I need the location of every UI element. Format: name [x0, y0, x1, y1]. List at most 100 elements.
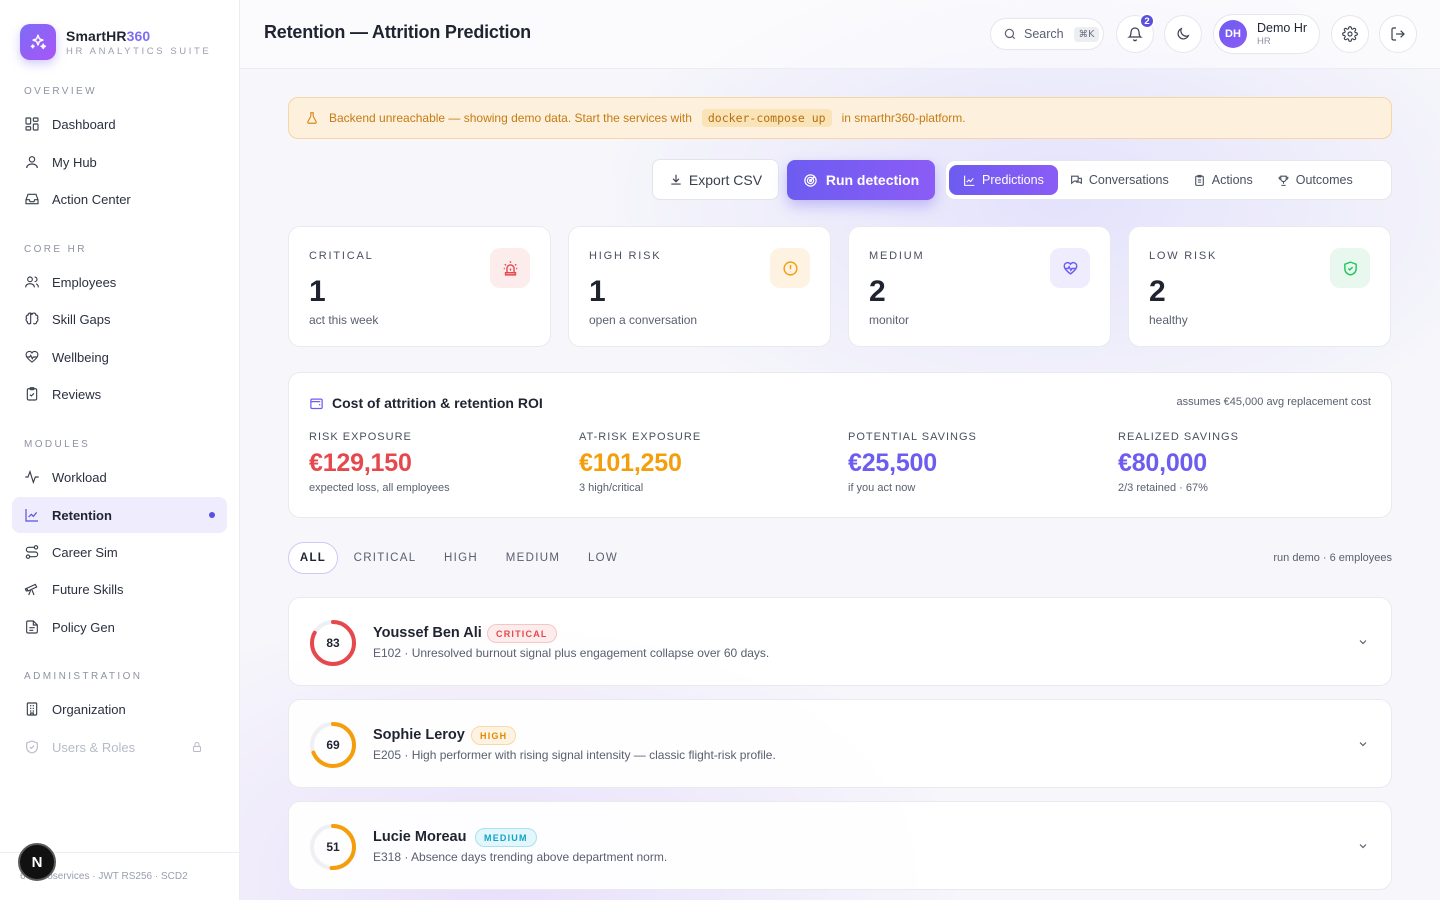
sidebar-item-policy-gen[interactable]: Policy Gen — [12, 609, 227, 645]
building-icon — [26, 702, 38, 716]
sidebar-item-label: Future Skills — [52, 581, 124, 597]
kpi-value: 2 — [869, 275, 886, 308]
bell-icon — [1127, 27, 1143, 42]
search-button[interactable]: Search ⌘K — [990, 18, 1104, 50]
roi-metric-sub: if you act now — [848, 482, 916, 494]
run-detection-button[interactable]: Run detection — [787, 160, 935, 200]
export-csv-button[interactable]: Export CSV — [652, 159, 779, 200]
kpi-card-high-risk[interactable]: HIGH RISK 1 open a conversation — [568, 226, 831, 347]
sidebar-item-wellbeing[interactable]: Wellbeing — [12, 339, 227, 375]
tab-label: Predictions — [982, 173, 1044, 187]
alert-circle-icon — [770, 248, 810, 288]
employee-row[interactable]: 69 Sophie Leroy HIGH E205 · High perform… — [288, 699, 1392, 788]
brand[interactable]: SmartHR360 HR ANALYTICS SUITE — [20, 24, 211, 60]
filter-medium[interactable]: MEDIUM — [501, 542, 565, 574]
users-icon — [25, 276, 39, 288]
tab-actions[interactable]: Actions — [1181, 165, 1265, 195]
chevron-down-icon[interactable] — [1357, 636, 1369, 648]
notifications-button[interactable]: 2 — [1116, 13, 1155, 53]
shield-icon — [26, 740, 38, 754]
risk-level-badge: CRITICAL — [487, 624, 557, 643]
kpi-label: MEDIUM — [869, 250, 925, 262]
user-icon — [26, 156, 38, 169]
main-content: Retention — Attrition Prediction Search … — [240, 0, 1440, 900]
sidebar-item-label: Skill Gaps — [52, 311, 111, 327]
roi-metric-sub: 2/3 retained · 67% — [1118, 482, 1208, 494]
roi-title: Cost of attrition & retention ROI — [309, 395, 543, 411]
sidebar-item-users-roles[interactable]: Users & Roles — [12, 729, 227, 765]
user-name: Demo Hr — [1257, 21, 1308, 35]
roi-metric-risk-exposure: RISK EXPOSURE €129,150 expected loss, al… — [309, 431, 569, 494]
sidebar-item-workload[interactable]: Workload — [12, 459, 227, 495]
dev-tools-badge[interactable]: N — [18, 843, 56, 881]
employee-description: E102 · Unresolved burnout signal plus en… — [373, 646, 770, 660]
risk-score: 51 — [326, 840, 340, 854]
export-csv-label: Export CSV — [688, 171, 763, 188]
heart-pulse-icon — [25, 350, 39, 363]
tab-label: Actions — [1211, 173, 1253, 187]
tab-predictions[interactable]: Predictions — [949, 165, 1058, 195]
sidebar-item-future-skills[interactable]: Future Skills — [12, 571, 227, 607]
roi-metric-value: €101,250 — [579, 449, 682, 477]
notification-count-badge: 2 — [1139, 13, 1155, 29]
user-menu[interactable]: DH Demo Hr HR — [1213, 14, 1320, 54]
sidebar-item-employees[interactable]: Employees — [12, 264, 227, 300]
roi-metric-potential-savings: POTENTIAL SAVINGS €25,500 if you act now — [848, 431, 1108, 494]
employee-row[interactable]: 51 Lucie Moreau MEDIUM E318 · Absence da… — [288, 801, 1392, 890]
sidebar-item-label: Dashboard — [52, 116, 116, 132]
banner-text: Backend unreachable — showing demo data.… — [329, 111, 692, 125]
settings-button[interactable] — [1331, 15, 1369, 53]
chevron-down-icon[interactable] — [1357, 840, 1369, 852]
chevron-down-icon[interactable] — [1357, 738, 1369, 750]
kpi-card-critical[interactable]: CRITICAL 1 act this week — [288, 226, 551, 347]
filter-critical[interactable]: CRITICAL — [350, 542, 420, 574]
sidebar-item-organization[interactable]: Organization — [12, 691, 227, 727]
kpi-card-low-risk[interactable]: LOW RISK 2 healthy — [1128, 226, 1391, 347]
roi-assumption-note: assumes €45,000 avg replacement cost — [1176, 396, 1371, 408]
sidebar-item-dashboard[interactable]: Dashboard — [12, 106, 227, 142]
theme-toggle-button[interactable] — [1164, 15, 1202, 53]
sidebar-item-skill-gaps[interactable]: Skill Gaps — [12, 301, 227, 337]
sidebar-item-action-center[interactable]: Action Center — [12, 181, 227, 217]
clipboard-icon — [1194, 174, 1204, 186]
line-chart-icon — [25, 509, 38, 522]
risk-level-badge: MEDIUM — [475, 828, 537, 847]
employee-name: Lucie Moreau — [373, 829, 467, 845]
roi-metric-sub: 3 high/critical — [579, 482, 644, 494]
employee-description: E318 · Absence days trending above depar… — [373, 850, 668, 864]
sidebar-item-reviews[interactable]: Reviews — [12, 376, 227, 412]
roi-title-text: Cost of attrition & retention ROI — [332, 395, 543, 411]
brand-subtitle: HR ANALYTICS SUITE — [66, 45, 212, 57]
chart-icon — [964, 175, 975, 186]
filter-high[interactable]: HIGH — [436, 542, 486, 574]
sidebar-item-label: Users & Roles — [52, 739, 136, 755]
route-icon — [25, 545, 39, 559]
sidebar-item-career-sim[interactable]: Career Sim — [12, 534, 227, 570]
kpi-card-medium[interactable]: MEDIUM 2 monitor — [848, 226, 1111, 347]
employee-row[interactable]: 83 Youssef Ben Ali CRITICAL E102 · Unres… — [288, 597, 1392, 686]
search-icon — [1004, 28, 1016, 40]
tab-conversations[interactable]: Conversations — [1058, 165, 1181, 195]
run-detection-label: Run detection — [825, 172, 920, 188]
kpi-subtext: open a conversation — [589, 313, 698, 327]
brain-icon — [25, 312, 39, 325]
filter-low[interactable]: LOW — [580, 542, 626, 574]
logout-button[interactable] — [1379, 15, 1417, 53]
topbar: Retention — Attrition Prediction Search … — [240, 0, 1440, 69]
banner-command: docker-compose up — [701, 109, 832, 127]
sidebar: SmartHR360 HR ANALYTICS SUITE OVERVIEW D… — [0, 0, 240, 900]
roi-card: Cost of attrition & retention ROI assume… — [288, 372, 1392, 518]
page-title: Retention — Attrition Prediction — [264, 22, 531, 42]
clipboard-check-icon — [26, 387, 38, 401]
sidebar-item-label: Wellbeing — [52, 349, 109, 365]
filter-all[interactable]: ALL — [288, 542, 338, 574]
sidebar-item-retention[interactable]: Retention — [12, 497, 227, 533]
tab-outcomes[interactable]: Outcomes — [1265, 165, 1365, 195]
kpi-subtext: healthy — [1149, 313, 1188, 327]
roi-metric-realized-savings: REALIZED SAVINGS €80,000 2/3 retained · … — [1118, 431, 1378, 494]
tab-label: Outcomes — [1295, 173, 1353, 187]
telescope-icon — [24, 583, 38, 596]
kpi-value: 1 — [589, 275, 606, 308]
sidebar-item-my-hub[interactable]: My Hub — [12, 144, 227, 180]
roi-metric-value: €80,000 — [1118, 449, 1207, 477]
